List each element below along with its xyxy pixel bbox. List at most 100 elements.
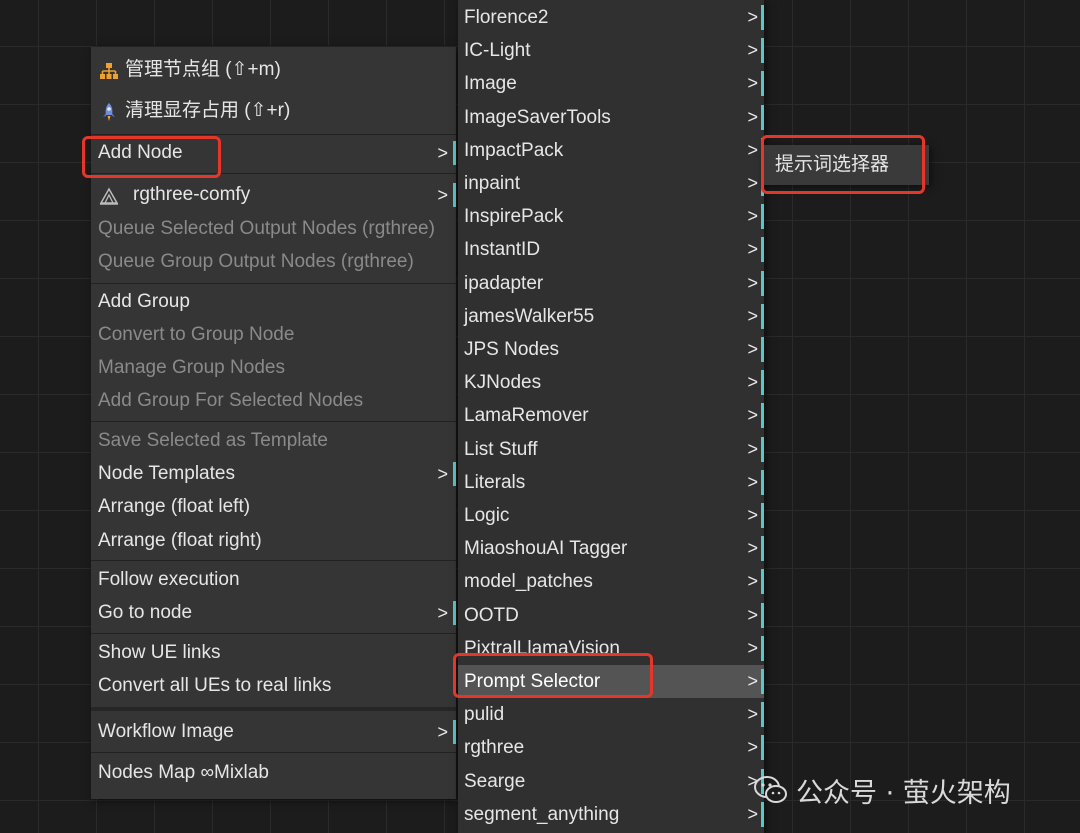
submenu-item-label: Searge [464, 770, 526, 792]
submenu-item[interactable]: OOTD > [458, 599, 764, 632]
submenu-item[interactable]: Searge > [458, 765, 764, 798]
menu-item-manage-groups[interactable]: 管理节点组 (⇧+m) [91, 54, 456, 86]
submenu-item[interactable]: ImpactPack > [458, 134, 764, 167]
submenu-arrow-icon: > [747, 671, 758, 691]
submenu-item[interactable]: Florence2 > [458, 1, 764, 34]
context-menu: 管理节点组 (⇧+m) 清理显存占用 (⇧+r) Add Node > rgth… [91, 47, 456, 799]
submenu-item-label: InstantID [464, 239, 541, 261]
submenu-arrow-icon: > [747, 7, 758, 27]
menu-item-label: Convert all UEs to real links [98, 675, 332, 696]
submenu-item-label: ipadapter [464, 272, 544, 294]
submenu-indicator [761, 370, 764, 396]
submenu-item-label: OOTD [464, 604, 519, 626]
submenu-arrow-icon: > [747, 704, 758, 725]
submenu-indicator [761, 237, 764, 263]
menu-item-add-node[interactable]: Add Node > [91, 137, 456, 169]
submenu-item[interactable]: InstantID > [458, 233, 764, 266]
menu-item-arrange-left[interactable]: Arrange (float left) [91, 491, 456, 523]
submenu-arrow-icon: > [747, 305, 758, 326]
submenu-item[interactable]: MiaoshouAI Tagger > [458, 532, 764, 565]
submenu-item[interactable]: rgthree > [458, 731, 764, 764]
submenu-item[interactable]: Literals > [458, 466, 764, 499]
menu-item-label: Nodes Map ∞Mixlab [98, 762, 269, 783]
menu-divider [91, 173, 456, 174]
submenu-arrow-icon: > [437, 143, 448, 163]
submenu-item[interactable]: PixtralLlamaVision > [458, 632, 764, 665]
submenu-item[interactable]: List Stuff > [458, 433, 764, 466]
menu-item-label: Follow execution [98, 569, 240, 590]
submenu-indicator [761, 735, 764, 761]
submenu-item[interactable]: segment_anything > [458, 798, 764, 831]
submenu-item[interactable]: ImageSaverTools > [458, 101, 764, 134]
submenu-item-label: rgthree [464, 737, 525, 759]
menu-item-label: Queue Selected Output Nodes (rgthree) [98, 218, 435, 239]
submenu-item[interactable]: model_patches > [458, 565, 764, 598]
submenu-indicator [761, 303, 764, 329]
submenu-arrow-icon: > [747, 438, 758, 459]
menu-item-arrange-right[interactable]: Arrange (float right) [91, 525, 456, 557]
submenu-arrow-icon: > [747, 505, 758, 525]
submenu-indicator [761, 204, 764, 230]
submenu-item[interactable]: Image > [458, 67, 764, 100]
submenu-arrow-icon: > [747, 73, 758, 94]
menu-item-add-group[interactable]: Add Group [91, 286, 456, 318]
watermark-text: 公众号 · 萤火架构 [796, 777, 1011, 809]
submenu-item[interactable]: KJNodes > [458, 366, 764, 399]
submenu-arrow-icon: > [747, 737, 758, 758]
submenu-item-label: InspirePack [464, 206, 564, 228]
submenu-item[interactable]: Prompt Selector > [458, 665, 764, 698]
watermark: 公众号 · 萤火架构 [754, 772, 1011, 809]
menu-item-queue-selected: Queue Selected Output Nodes (rgthree) [91, 213, 456, 245]
submenu-indicator [761, 270, 764, 296]
menu-item-label: Show UE links [98, 642, 221, 663]
submenu-indicator [761, 702, 764, 728]
submenu-arrow-icon: > [747, 471, 758, 492]
submenu-indicator [761, 536, 764, 562]
menu-item-label: Add Group [98, 291, 190, 312]
submenu-item-label: segment_anything [464, 803, 620, 825]
submenu-item[interactable]: InspirePack > [458, 200, 764, 233]
submenu-item[interactable]: pulid > [458, 698, 764, 731]
submenu-arrow-icon: > [747, 139, 758, 160]
menu-divider [91, 752, 456, 753]
submenu-item-label: ImageSaverTools [464, 106, 611, 128]
submenu-item-label: ImpactPack [464, 139, 564, 161]
submenu-indicator [761, 104, 764, 130]
submenu-indicator [761, 38, 764, 64]
menu-item-rgthree-comfy[interactable]: rgthree-comfy > [91, 179, 456, 211]
submenu-item[interactable]: JPS Nodes > [458, 333, 764, 366]
submenu-item[interactable]: LamaRemover > [458, 399, 764, 432]
submenu-item-label: jamesWalker55 [464, 305, 595, 327]
menu-item-label: 管理节点组 (⇧+m) [125, 59, 281, 80]
menu-divider [91, 633, 456, 634]
submenu-item[interactable]: inpaint > [458, 167, 764, 200]
menu-item-show-ue-links[interactable]: Show UE links [91, 637, 456, 669]
submenu-item[interactable]: jamesWalker55 > [458, 300, 764, 333]
submenu-indicator [761, 469, 764, 495]
menu-item-convert-ue-links[interactable]: Convert all UEs to real links [91, 670, 456, 702]
submenu-indicator [453, 183, 456, 207]
submenu-item[interactable]: ipadapter > [458, 267, 764, 300]
menu-item-workflow-image[interactable]: Workflow Image > [91, 716, 456, 748]
menu-item-label: Manage Group Nodes [98, 357, 285, 378]
submenu-indicator [761, 71, 764, 97]
submenu-arrow-icon: > [747, 272, 758, 293]
menu-item-label: Arrange (float left) [98, 496, 251, 517]
menu-item-save-template: Save Selected as Template [91, 425, 456, 457]
submenu-arrow-icon: > [437, 185, 448, 205]
menu-item-node-templates[interactable]: Node Templates > [91, 458, 456, 490]
menu-divider [91, 560, 456, 561]
submenu-item-prompt-selector-node[interactable]: 提示词选择器 [763, 149, 929, 181]
submenu-item[interactable]: Logic > [458, 499, 764, 532]
submenu-item-label: Literals [464, 471, 526, 493]
submenu-indicator [453, 462, 456, 486]
submenu-item-label: KJNodes [464, 372, 542, 394]
menu-item-clear-cache[interactable]: 清理显存占用 (⇧+r) [91, 95, 456, 127]
submenu-arrow-icon: > [747, 405, 758, 426]
submenu-item[interactable]: IC-Light > [458, 34, 764, 67]
menu-item-add-group-selected: Add Group For Selected Nodes [91, 385, 456, 417]
menu-item-label: 清理显存占用 (⇧+r) [125, 100, 291, 121]
menu-item-follow-execution[interactable]: Follow execution [91, 564, 456, 596]
menu-item-nodes-map[interactable]: Nodes Map ∞Mixlab [91, 757, 456, 789]
menu-item-go-to-node[interactable]: Go to node > [91, 597, 456, 629]
